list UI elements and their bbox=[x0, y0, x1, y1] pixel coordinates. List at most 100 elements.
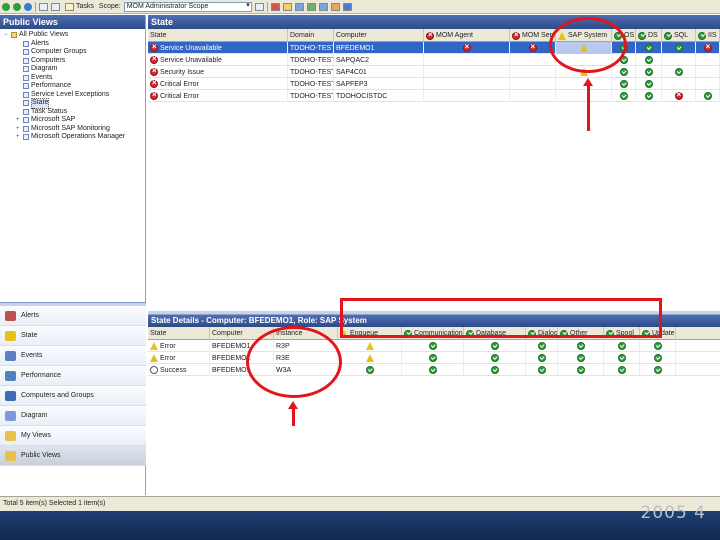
component-state-cell[interactable] bbox=[464, 364, 526, 376]
tree-item[interactable]: Diagram bbox=[4, 65, 145, 74]
component-state-cell[interactable] bbox=[640, 340, 676, 352]
component-state-cell[interactable] bbox=[526, 340, 558, 352]
tree-item[interactable]: + Microsoft Operations Manager bbox=[4, 133, 145, 142]
component-state-cell[interactable] bbox=[338, 340, 402, 352]
component-state-cell[interactable] bbox=[640, 352, 676, 364]
role-state-cell[interactable] bbox=[636, 78, 662, 90]
component-state-cell[interactable] bbox=[526, 352, 558, 364]
table-row[interactable]: Error BFEDEMO1 R3E bbox=[148, 352, 720, 364]
role-state-cell[interactable] bbox=[612, 78, 636, 90]
funnel-icon[interactable] bbox=[282, 2, 292, 11]
tree-item[interactable]: Events bbox=[4, 74, 145, 83]
wunderbar-item[interactable]: Computers and Groups bbox=[0, 386, 146, 406]
tasks-button[interactable]: Tasks bbox=[63, 2, 96, 12]
wunderbar-item[interactable]: Alerts bbox=[0, 306, 146, 326]
people-icon[interactable] bbox=[330, 2, 340, 11]
column-header[interactable]: IIS bbox=[696, 29, 720, 42]
column-header[interactable]: MOM Agent bbox=[424, 29, 510, 42]
wunderbar-item[interactable]: Public Views bbox=[0, 446, 146, 466]
component-state-cell[interactable] bbox=[464, 340, 526, 352]
role-state-cell[interactable] bbox=[424, 90, 510, 102]
role-state-cell[interactable] bbox=[636, 90, 662, 102]
tree-item[interactable]: + Microsoft SAP Monitoring bbox=[4, 125, 145, 134]
table-row[interactable]: Success BFEDEMO1 W3A bbox=[148, 364, 720, 376]
table-row[interactable]: Error BFEDEMO1 R3P bbox=[148, 340, 720, 352]
role-state-cell[interactable] bbox=[510, 78, 556, 90]
component-state-cell[interactable] bbox=[558, 352, 604, 364]
column-header[interactable]: Domain bbox=[288, 29, 334, 42]
help-icon[interactable] bbox=[342, 2, 352, 11]
role-state-cell[interactable] bbox=[662, 78, 696, 90]
tree-item[interactable]: + Microsoft SAP bbox=[4, 116, 145, 125]
component-state-cell[interactable] bbox=[402, 364, 464, 376]
wunderbar-item[interactable]: Events bbox=[0, 346, 146, 366]
component-state-cell[interactable] bbox=[402, 340, 464, 352]
role-state-cell[interactable] bbox=[636, 66, 662, 78]
wunderbar-item[interactable]: Diagram bbox=[0, 406, 146, 426]
column-header[interactable]: State bbox=[148, 29, 288, 42]
role-state-cell[interactable] bbox=[636, 42, 662, 54]
wunderbar-item[interactable]: Performance bbox=[0, 366, 146, 386]
column-header[interactable]: DS bbox=[636, 29, 662, 42]
component-state-cell[interactable] bbox=[604, 352, 640, 364]
role-state-cell[interactable] bbox=[662, 90, 696, 102]
component-state-cell[interactable] bbox=[526, 364, 558, 376]
role-state-cell[interactable] bbox=[510, 66, 556, 78]
tree-item[interactable]: − All Public Views bbox=[4, 31, 145, 40]
scope-edit-icon[interactable] bbox=[254, 2, 264, 11]
tree-item[interactable]: Task Status bbox=[4, 108, 145, 117]
table-row[interactable]: Security Issue TDOHO-TESTSAP4C01 bbox=[148, 66, 720, 78]
tree-expander[interactable]: − bbox=[4, 31, 9, 40]
role-state-cell[interactable] bbox=[424, 78, 510, 90]
tree-expander[interactable]: + bbox=[16, 125, 21, 134]
detail-icon[interactable] bbox=[51, 2, 60, 11]
scope-dropdown[interactable]: MOM Administrator Scope bbox=[123, 1, 252, 12]
component-state-cell[interactable] bbox=[464, 352, 526, 364]
table-row[interactable]: Service Unavailable TDOHO-TESTSAPQAC2 bbox=[148, 54, 720, 66]
tree-item[interactable]: State bbox=[4, 98, 145, 109]
column-header[interactable]: Computer bbox=[334, 29, 424, 42]
role-state-cell[interactable] bbox=[424, 42, 510, 54]
role-state-cell[interactable] bbox=[424, 66, 510, 78]
table-row[interactable]: Critical Error TDOHO-TESTTDOHOCISTDC bbox=[148, 90, 720, 102]
role-state-cell[interactable] bbox=[636, 54, 662, 66]
role-state-cell[interactable] bbox=[510, 90, 556, 102]
role-state-cell[interactable] bbox=[662, 66, 696, 78]
tree-item[interactable]: Computers bbox=[4, 57, 145, 66]
properties-icon[interactable] bbox=[318, 2, 328, 11]
component-state-cell[interactable] bbox=[402, 352, 464, 364]
role-state-cell[interactable] bbox=[696, 42, 720, 54]
tree-item[interactable]: Alerts bbox=[4, 40, 145, 49]
columns-icon[interactable] bbox=[294, 2, 304, 11]
component-state-cell[interactable] bbox=[640, 364, 676, 376]
back-icon[interactable] bbox=[2, 2, 10, 11]
column-header[interactable]: SQL bbox=[662, 29, 696, 42]
grid-icon[interactable] bbox=[39, 2, 48, 11]
tree-expander[interactable]: + bbox=[16, 116, 21, 125]
wunderbar-item[interactable]: State bbox=[0, 326, 146, 346]
table-row[interactable]: Service Unavailable TDOHO-TESTBFEDEMO1 bbox=[148, 42, 720, 54]
role-state-cell[interactable] bbox=[556, 90, 612, 102]
component-state-cell[interactable] bbox=[604, 364, 640, 376]
component-state-cell[interactable] bbox=[558, 364, 604, 376]
role-state-cell[interactable] bbox=[696, 54, 720, 66]
role-state-cell[interactable] bbox=[662, 42, 696, 54]
component-state-cell[interactable] bbox=[604, 340, 640, 352]
role-state-cell[interactable] bbox=[696, 78, 720, 90]
tree-item[interactable]: Performance bbox=[4, 82, 145, 91]
role-state-cell[interactable] bbox=[612, 90, 636, 102]
wunderbar-item[interactable]: My Views bbox=[0, 426, 146, 446]
table-row[interactable]: Critical Error TDOHO-TESTSAPFEP3 bbox=[148, 78, 720, 90]
role-state-cell[interactable] bbox=[510, 54, 556, 66]
component-state-cell[interactable] bbox=[338, 364, 402, 376]
tree-item[interactable]: Service Level Exceptions bbox=[4, 91, 145, 100]
refresh-icon[interactable] bbox=[24, 2, 32, 11]
forward-icon[interactable] bbox=[13, 2, 21, 11]
component-state-cell[interactable] bbox=[338, 352, 402, 364]
role-state-cell[interactable] bbox=[612, 66, 636, 78]
filter-icon[interactable] bbox=[270, 2, 280, 11]
role-state-cell[interactable] bbox=[696, 66, 720, 78]
chart-icon[interactable] bbox=[306, 2, 316, 11]
component-state-cell[interactable] bbox=[558, 340, 604, 352]
tree-item[interactable]: Computer Groups bbox=[4, 48, 145, 57]
